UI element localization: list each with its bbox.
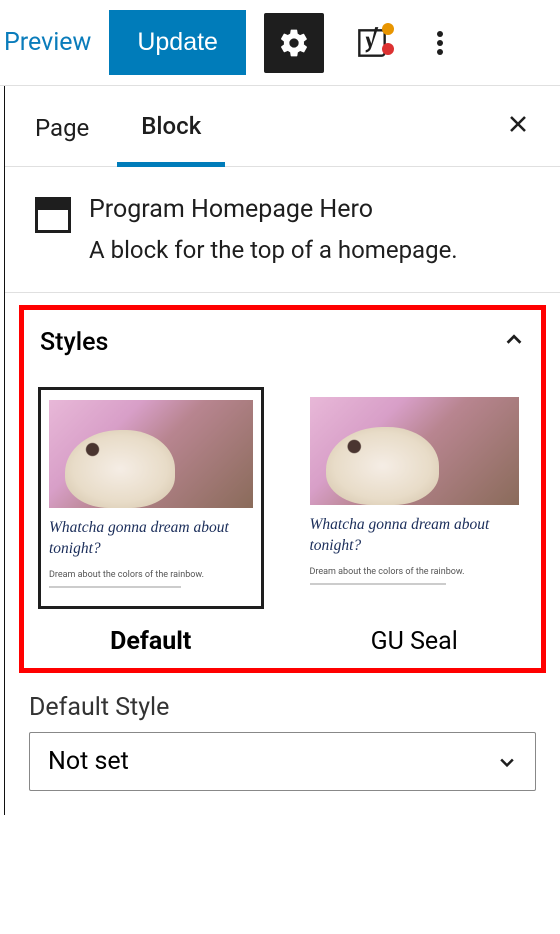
preview-link[interactable]: Preview xyxy=(0,28,91,57)
style-thumbnail xyxy=(49,400,253,508)
style-option-gu-seal[interactable]: Whatcha gonna dream about tonight? Dream… xyxy=(302,387,528,656)
style-thumbnail xyxy=(310,397,520,505)
chevron-down-icon xyxy=(497,752,517,772)
style-caption-title: Whatcha gonna dream about tonight? xyxy=(49,518,253,560)
block-title: Program Homepage Hero xyxy=(89,195,458,224)
update-button[interactable]: Update xyxy=(109,10,246,75)
style-caption-sub: Dream about the colors of the rainbow. xyxy=(49,570,253,580)
styles-toggle[interactable] xyxy=(503,329,525,357)
style-caption-title: Whatcha gonna dream about tonight? xyxy=(310,515,520,557)
tab-block[interactable]: Block xyxy=(117,86,225,167)
close-panel-button[interactable] xyxy=(496,89,540,164)
style-preview: Whatcha gonna dream about tonight? Dream… xyxy=(38,387,264,609)
style-caption-sub: Dream about the colors of the rainbow. xyxy=(310,567,520,577)
style-option-default[interactable]: Whatcha gonna dream about tonight? Dream… xyxy=(38,387,264,656)
settings-button[interactable] xyxy=(264,13,324,73)
gear-icon xyxy=(278,27,310,59)
caption-divider xyxy=(310,583,446,585)
style-label: Default xyxy=(38,627,264,656)
tab-page[interactable]: Page xyxy=(25,88,117,164)
block-description: A block for the top of a homepage. xyxy=(89,236,458,264)
caption-divider xyxy=(49,586,181,588)
close-icon xyxy=(506,112,530,136)
default-style-value: Not set xyxy=(48,747,129,776)
style-preview: Whatcha gonna dream about tonight? Dream… xyxy=(302,387,528,609)
default-style-label: Default Style xyxy=(29,693,536,722)
chevron-up-icon xyxy=(503,329,525,351)
status-dot-red xyxy=(382,43,394,55)
yoast-button[interactable] xyxy=(342,13,402,73)
default-style-select[interactable]: Not set xyxy=(29,732,536,791)
block-type-icon xyxy=(35,197,71,233)
styles-heading: Styles xyxy=(40,328,108,357)
styles-panel-highlight: Styles Whatcha gonna dream about tonight… xyxy=(19,305,546,673)
status-dot-orange xyxy=(382,23,394,35)
style-label: GU Seal xyxy=(302,627,528,656)
kebab-icon xyxy=(437,28,443,58)
more-options-button[interactable] xyxy=(420,13,460,73)
